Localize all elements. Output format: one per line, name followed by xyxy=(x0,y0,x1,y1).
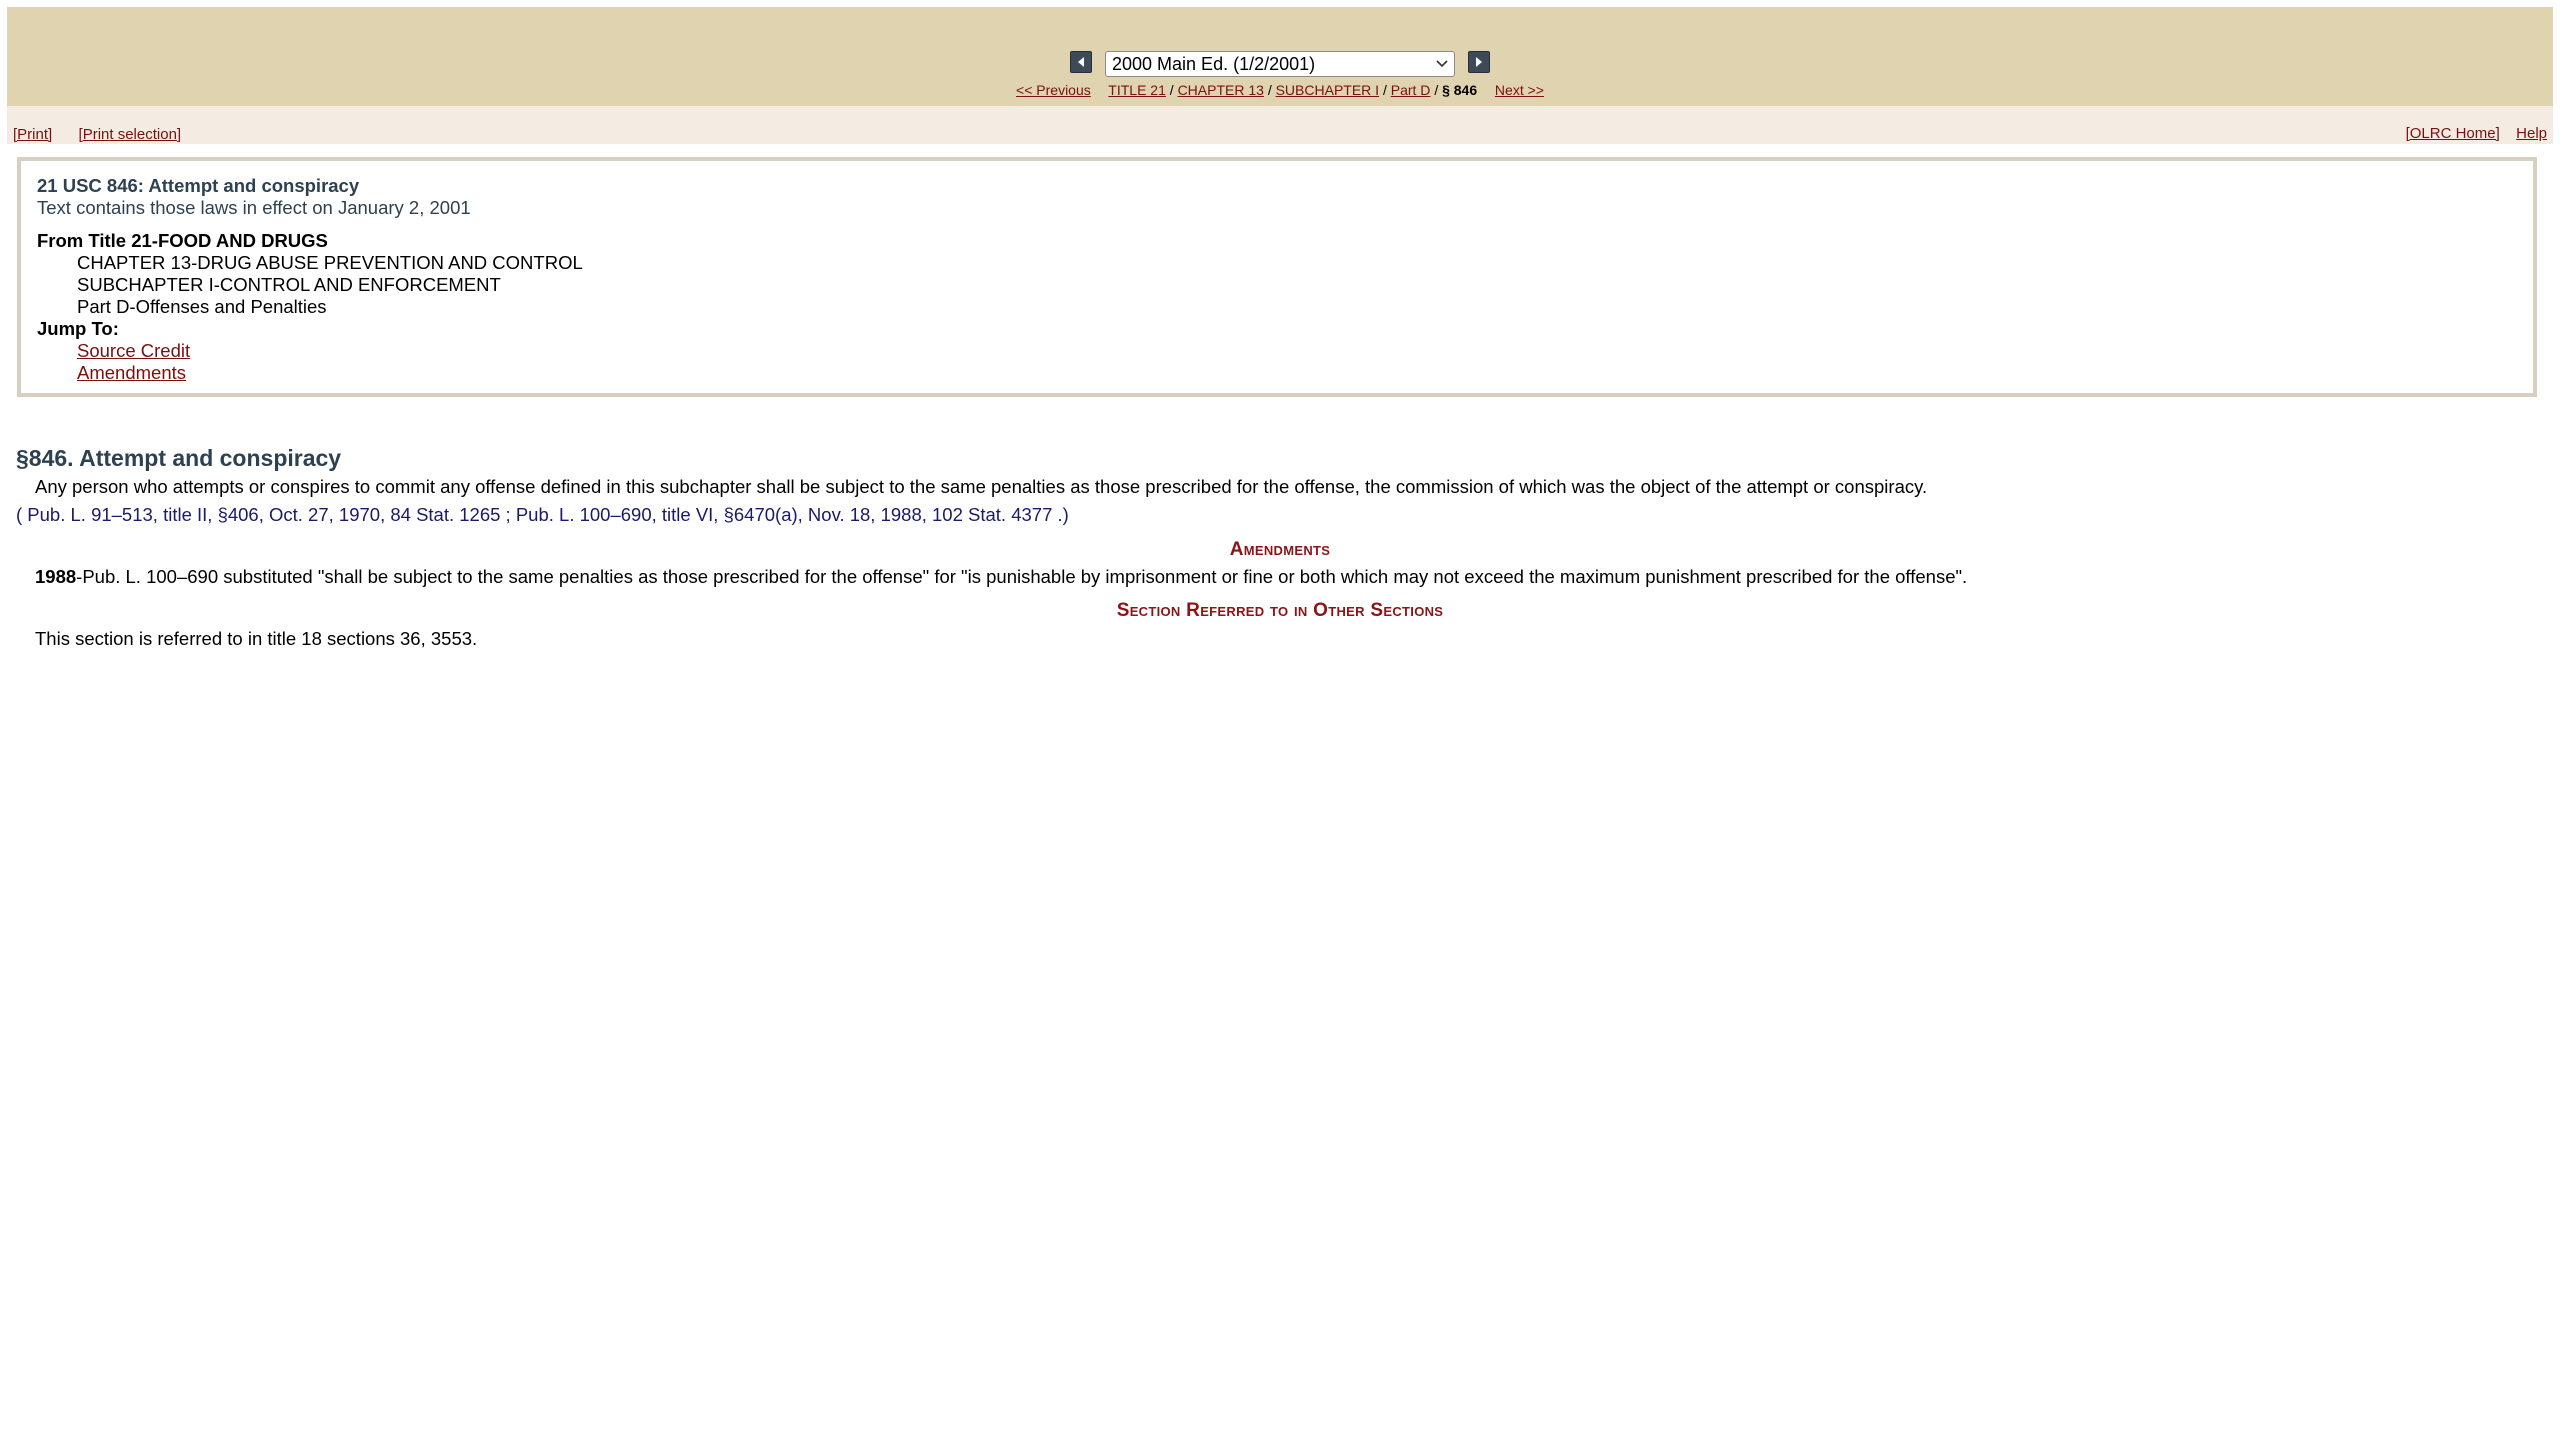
edition-row: 2000 Main Ed. (1/2/2001) xyxy=(7,50,2553,78)
breadcrumb-separator: / xyxy=(1382,82,1387,98)
references-heading: Section Referred to in Other Sections xyxy=(1116,600,1444,621)
toolbar: [Print] [Print selection] [OLRC Home] He… xyxy=(7,106,2553,144)
section-text: Any person who attempts or conspires to … xyxy=(35,476,1928,497)
chapter-label: CHAPTER 13-DRUG ABUSE PREVENTION AND CON… xyxy=(77,252,583,273)
next-edition-button[interactable] xyxy=(1468,51,1490,73)
triangle-left-icon xyxy=(1078,57,1084,67)
document-title: 21 USC 846: Attempt and conspiracy xyxy=(37,175,360,196)
triangle-right-icon xyxy=(1476,57,1482,67)
previous-section-link[interactable]: << Previous xyxy=(1016,82,1091,98)
breadcrumb-separator: / xyxy=(1434,82,1439,98)
from-title: From Title 21-FOOD AND DRUGS xyxy=(37,230,328,251)
print-link[interactable]: [Print] xyxy=(13,126,52,143)
jump-source-credit-link[interactable]: Source Credit xyxy=(77,340,190,361)
previous-edition-button[interactable] xyxy=(1070,51,1092,73)
chevron-down-icon xyxy=(1436,60,1448,68)
breadcrumb-title-link[interactable]: TITLE 21 xyxy=(1108,82,1166,98)
edition-select[interactable]: 2000 Main Ed. (1/2/2001) xyxy=(1105,51,1455,77)
olrc-home-link[interactable]: [OLRC Home] xyxy=(2406,125,2500,142)
amendment-year: 1988 xyxy=(35,566,77,587)
breadcrumb-separator: / xyxy=(1169,82,1174,98)
amendment-note: 1988-Pub. L. 100–690 substituted "shall … xyxy=(35,566,1967,588)
help-link[interactable]: Help xyxy=(2516,125,2547,142)
amendments-heading: Amendments xyxy=(1229,539,1331,560)
breadcrumb-separator: / xyxy=(1267,82,1272,98)
amendment-text: -Pub. L. 100–690 substituted "shall be s… xyxy=(76,566,1968,587)
breadcrumb-chapter-link[interactable]: CHAPTER 13 xyxy=(1178,82,1264,98)
document-effective-date: Text contains those laws in effect on Ja… xyxy=(37,197,471,218)
references-text: This section is referred to in title 18 … xyxy=(35,628,478,649)
breadcrumb-subchapter-link[interactable]: SUBCHAPTER I xyxy=(1276,82,1379,98)
next-section-link[interactable]: Next >> xyxy=(1495,82,1544,98)
print-selection-link[interactable]: [Print selection] xyxy=(79,126,182,143)
jump-to-label: Jump To: xyxy=(37,318,119,339)
breadcrumb-current-section: § 846 xyxy=(1442,82,1478,98)
document-info-box: 21 USC 846: Attempt and conspiracy Text … xyxy=(17,157,2537,397)
edition-select-value: 2000 Main Ed. (1/2/2001) xyxy=(1112,53,1316,74)
jump-amendments-link[interactable]: Amendments xyxy=(77,362,186,383)
navigation-header: 2000 Main Ed. (1/2/2001) << Previous TIT… xyxy=(7,7,2553,106)
breadcrumb: << Previous TITLE 21 / CHAPTER 13 / SUBC… xyxy=(7,82,2553,98)
section-heading: §846. Attempt and conspiracy xyxy=(16,445,342,471)
part-label: Part D-Offenses and Penalties xyxy=(77,296,327,317)
subchapter-label: SUBCHAPTER I-CONTROL AND ENFORCEMENT xyxy=(77,274,501,295)
breadcrumb-part-link[interactable]: Part D xyxy=(1391,82,1431,98)
source-credit: ( Pub. L. 91–513, title II, §406, Oct. 2… xyxy=(16,504,1069,525)
